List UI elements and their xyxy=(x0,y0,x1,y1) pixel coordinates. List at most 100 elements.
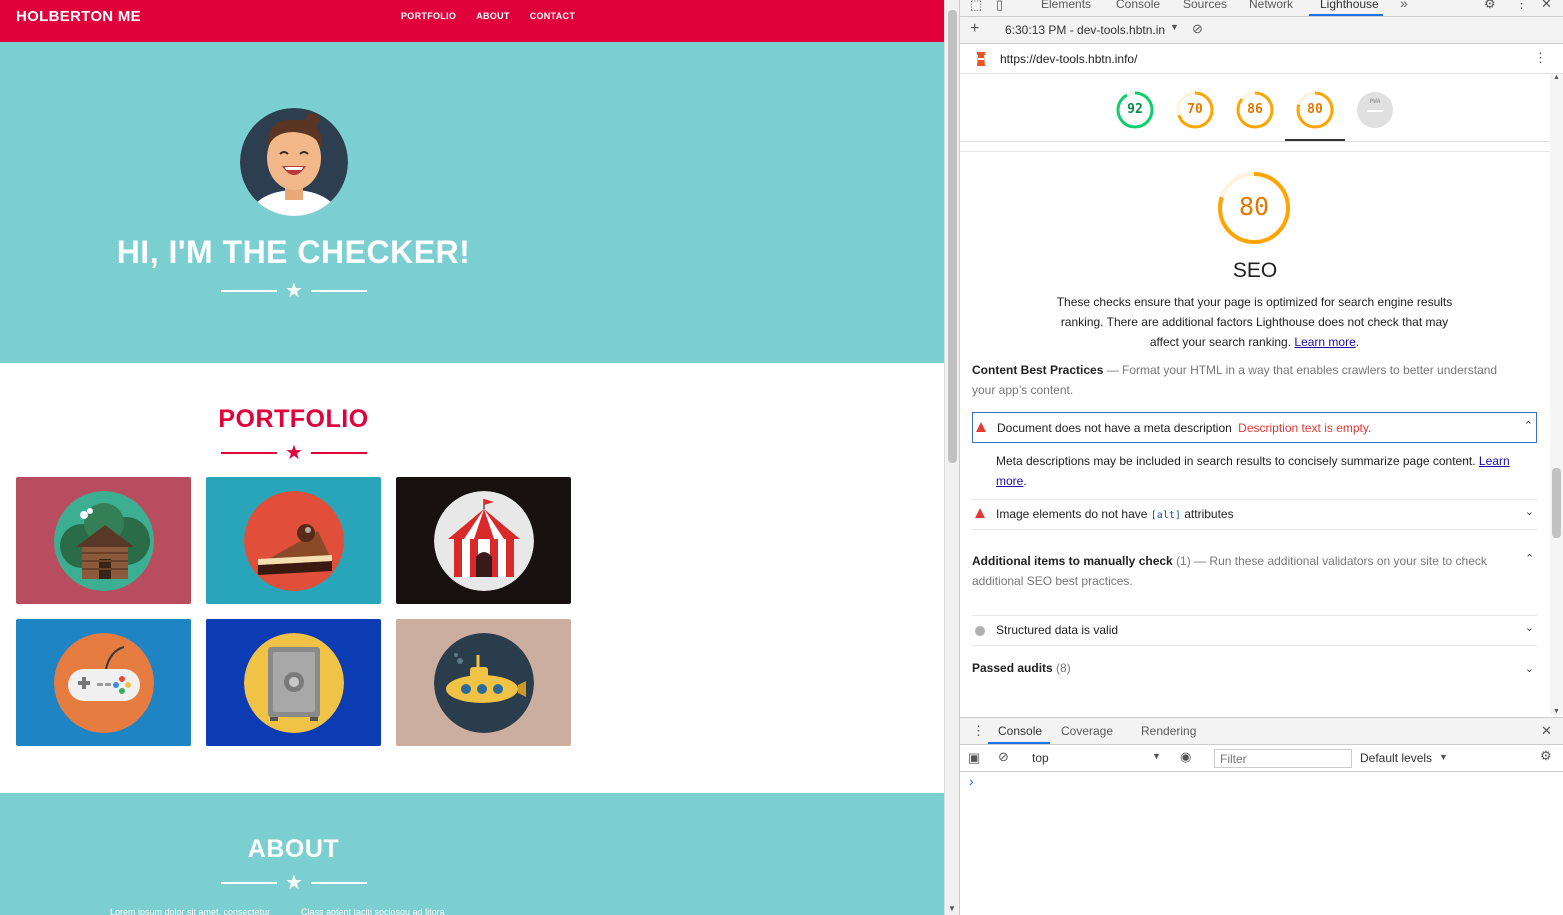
tab-elements[interactable]: Elements xyxy=(1041,0,1091,11)
report-menu-icon[interactable]: ⋮ xyxy=(1534,50,1547,66)
star-icon: ★ xyxy=(285,280,303,302)
gauge-best-practices[interactable]: 86 xyxy=(1235,90,1275,130)
site-brand[interactable]: HOLBERTON ME xyxy=(16,8,141,25)
drawer-tab-rendering[interactable]: Rendering xyxy=(1141,724,1196,738)
gauge-accessibility[interactable]: 70 xyxy=(1175,90,1215,130)
page-scrollbar-thumb[interactable] xyxy=(948,10,957,463)
gauge-pwa[interactable]: PWA xyxy=(1355,90,1395,130)
report-scrollbar-thumb[interactable] xyxy=(1552,468,1561,538)
divider-line xyxy=(221,452,277,454)
chevron-down-icon[interactable]: ▼ xyxy=(1439,752,1448,762)
group-count: (8) xyxy=(1056,661,1071,675)
console-prompt[interactable]: › xyxy=(969,773,974,789)
page-scrollbar[interactable]: ▼ xyxy=(944,0,959,915)
filter-input[interactable] xyxy=(1214,749,1352,768)
console-settings-icon[interactable]: ⚙ xyxy=(1540,748,1552,764)
portfolio-item-circus[interactable] xyxy=(396,477,571,604)
portfolio-item-submarine[interactable] xyxy=(396,619,571,746)
eye-icon[interactable]: ◉ xyxy=(1180,749,1191,765)
passed-audits-group[interactable]: Passed audits (8) ⌄ xyxy=(972,661,1537,692)
gauge-best-practices-score: 86 xyxy=(1247,102,1263,117)
gauge-pwa-label: PWA xyxy=(1369,98,1381,105)
portfolio-item-cake[interactable] xyxy=(206,477,381,604)
chevron-down-icon[interactable]: ⌄ xyxy=(1525,662,1534,675)
clear-reports-icon[interactable]: ⊘ xyxy=(1192,21,1203,37)
report-selector[interactable]: 6:30:13 PM - dev-tools.hbtn.in xyxy=(1005,23,1165,37)
safe-icon xyxy=(243,632,344,733)
about-divider: ★ xyxy=(221,873,367,893)
lighthouse-report: 80 SEO These checks ensure that your pag… xyxy=(960,142,1550,715)
audit-meta-details: Meta descriptions may be included in sea… xyxy=(996,454,1510,488)
devtools-tabbar: ⬚ ▯ Elements Console Sources Network Lig… xyxy=(960,0,1563,17)
group-title: Content Best Practices xyxy=(972,363,1104,377)
device-toolbar-icon[interactable]: ▯ xyxy=(996,0,1003,13)
portfolio-divider: ★ xyxy=(221,443,367,463)
more-vertical-icon[interactable]: ⋮ xyxy=(1515,0,1528,12)
lighthouse-icon xyxy=(977,52,985,66)
lighthouse-url-bar: https://dev-tools.hbtn.info/ ⋮ xyxy=(960,44,1563,74)
circus-tent-icon xyxy=(433,490,534,591)
more-tabs-icon[interactable]: » xyxy=(1400,0,1408,11)
console-toolbar: ▣ ⊘ top ▼ ◉ Default levels ▼ ⚙ xyxy=(960,745,1563,772)
gauge-performance[interactable]: 92 xyxy=(1115,90,1155,130)
screen: HOLBERTON ME PORTFOLIO ABOUT CONTACT HI,… xyxy=(0,0,1563,915)
add-report-icon[interactable]: + xyxy=(970,20,979,38)
drawer-tab-console[interactable]: Console xyxy=(998,724,1042,738)
group-title: Passed audits xyxy=(972,661,1053,675)
scroll-down-icon[interactable]: ▼ xyxy=(948,904,956,913)
chevron-down-icon[interactable]: ⌄ xyxy=(1525,505,1534,518)
scroll-up-icon[interactable]: ▲ xyxy=(1553,74,1560,81)
tab-network[interactable]: Network xyxy=(1249,0,1293,11)
audit-details-text: Meta descriptions may be included in sea… xyxy=(996,454,1476,468)
scroll-down-icon[interactable]: ▼ xyxy=(1553,708,1560,715)
audit-image-alt[interactable]: Image elements do not have [alt] attribu… xyxy=(972,499,1537,530)
nav-link-about[interactable]: ABOUT xyxy=(476,11,510,21)
about-text-left: Lorem ipsum dolor sit amet, consectetur xyxy=(110,907,271,915)
nav-link-portfolio[interactable]: PORTFOLIO xyxy=(401,11,456,21)
tab-lighthouse[interactable]: Lighthouse xyxy=(1320,0,1379,11)
site-navbar: HOLBERTON ME PORTFOLIO ABOUT CONTACT xyxy=(0,0,944,42)
star-icon: ★ xyxy=(285,442,303,464)
about-text-right: Class aptent taciti sociosqu ad litora xyxy=(301,907,445,915)
close-drawer-icon[interactable]: ✕ xyxy=(1541,723,1552,739)
audit-title: Structured data is valid xyxy=(996,623,1119,637)
report-scrollbar[interactable]: ▲ ▼ xyxy=(1550,74,1563,715)
site-nav-links: PORTFOLIO ABOUT CONTACT xyxy=(401,11,575,21)
submarine-icon xyxy=(433,632,534,733)
chevron-down-icon[interactable]: ⌄ xyxy=(1525,621,1534,634)
log-levels-select[interactable]: Default levels xyxy=(1360,751,1432,765)
audit-meta-description[interactable]: Document does not have a meta descriptio… xyxy=(972,412,1537,443)
fail-icon xyxy=(976,422,986,432)
drawer-tabbar: ⋮ Console Coverage Rendering ✕ xyxy=(960,717,1563,745)
clear-console-icon[interactable]: ⊘ xyxy=(998,749,1009,765)
tab-console[interactable]: Console xyxy=(1116,0,1160,11)
portfolio-title: PORTFOLIO xyxy=(218,405,369,433)
seo-title: SEO xyxy=(1232,259,1278,282)
game-controller-icon xyxy=(53,632,154,733)
sidebar-toggle-icon[interactable]: ▣ xyxy=(968,750,980,766)
portfolio-item-game[interactable] xyxy=(16,619,191,746)
audit-title-end: attributes xyxy=(1184,507,1234,521)
score-gauges: 92 70 86 80 PWA xyxy=(960,74,1550,142)
seo-gauge-score: 80 xyxy=(1238,192,1270,221)
drawer-menu-icon[interactable]: ⋮ xyxy=(972,723,985,739)
inspect-element-icon[interactable]: ⬚ xyxy=(970,0,982,13)
close-icon[interactable]: ✕ xyxy=(1541,0,1552,12)
manual-checks-group[interactable]: Additional items to manually check (1) —… xyxy=(972,551,1512,591)
tab-sources[interactable]: Sources xyxy=(1183,0,1227,11)
chevron-up-icon[interactable]: ⌃ xyxy=(1524,419,1533,432)
chevron-up-icon[interactable]: ⌃ xyxy=(1525,552,1534,565)
portfolio-item-safe[interactable] xyxy=(206,619,381,746)
gear-icon[interactable]: ⚙ xyxy=(1484,0,1496,12)
chevron-down-icon[interactable]: ▼ xyxy=(1152,751,1161,761)
learn-more-link[interactable]: Learn more xyxy=(1294,335,1355,349)
audit-structured-data[interactable]: Structured data is valid ⌄ xyxy=(972,615,1537,646)
manual-check-icon xyxy=(975,626,985,636)
divider-line xyxy=(310,452,367,454)
nav-link-contact[interactable]: CONTACT xyxy=(530,11,575,21)
gauge-seo[interactable]: 80 xyxy=(1295,90,1335,130)
drawer-tab-coverage[interactable]: Coverage xyxy=(1061,724,1113,738)
portfolio-item-cabin[interactable] xyxy=(16,477,191,604)
chevron-down-icon[interactable]: ▼ xyxy=(1170,22,1179,32)
context-select[interactable]: top xyxy=(1032,751,1049,765)
